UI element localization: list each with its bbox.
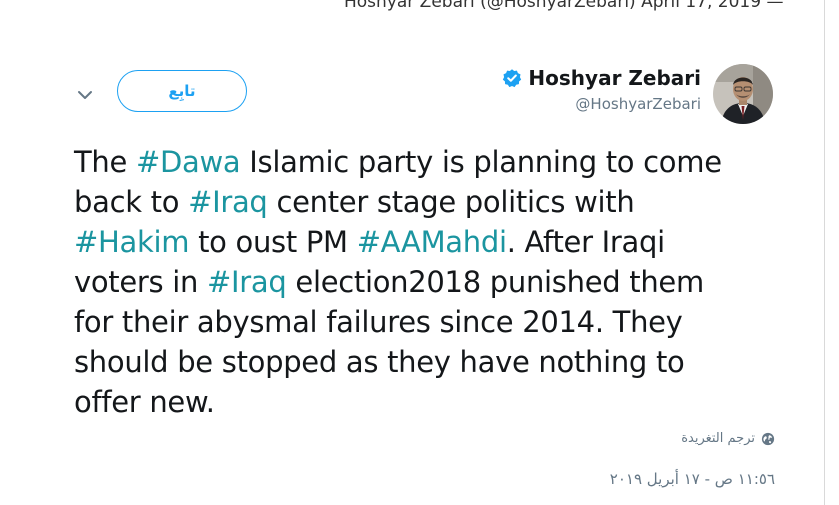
hashtag-link[interactable]: #Dawa — [136, 145, 241, 179]
tweet-text-segment: should be stopped as they have nothing t… — [74, 345, 685, 379]
tweet-text-segment: Islamic party is planning to come — [240, 145, 722, 179]
tweet-text-segment: . After Iraqi — [506, 225, 665, 259]
tweet-text-segment: offer new. — [74, 385, 215, 419]
tweet-line: The #Dawa Islamic party is planning to c… — [74, 142, 794, 182]
tweet-line: back to #Iraq center stage politics with — [74, 182, 794, 222]
tweet-line: voters in #Iraq election2018 punished th… — [74, 262, 794, 302]
tweet-line: offer new. — [74, 382, 794, 422]
hashtag-link[interactable]: #Hakim — [74, 225, 189, 259]
tweet-text-segment: voters in — [74, 265, 208, 299]
avatar[interactable] — [713, 64, 773, 124]
author-display-name[interactable]: Hoshyar Zebari — [528, 66, 701, 90]
follow-button[interactable]: تابِع — [117, 70, 247, 112]
translate-label[interactable]: ترجم التغريدة — [681, 431, 755, 446]
hashtag-link[interactable]: #Iraq — [188, 185, 268, 219]
verified-badge-icon — [503, 69, 522, 88]
hashtag-link[interactable]: #Iraq — [207, 265, 287, 299]
author-handle[interactable]: @HoshyarZebari — [502, 95, 701, 113]
hashtag-link[interactable]: #AAMahdi — [357, 225, 507, 259]
tweet-line: for their abysmal failures since 2014. T… — [74, 302, 794, 342]
globe-icon — [761, 432, 775, 445]
chevron-down-icon[interactable] — [74, 84, 96, 106]
tweet-author[interactable]: Hoshyar Zebari @HoshyarZebari — [502, 66, 701, 113]
tweet-text-segment: The — [74, 145, 136, 179]
tweet-timestamp[interactable]: ١١:٥٦ ص - ١٧ أبريل ٢٠١٩ — [610, 470, 775, 488]
scrollbar-divider — [824, 0, 825, 505]
embed-caption: Hoshyar Zebari (@HoshyarZebari) April 17… — [344, 0, 784, 12]
tweet-line: #Hakim to oust PM #AAMahdi. After Iraqi — [74, 222, 794, 262]
tweet-text-segment: back to — [74, 185, 189, 219]
tweet-text-segment: to oust PM — [189, 225, 357, 259]
translate-tweet-link[interactable]: ترجم التغريدة — [681, 431, 775, 446]
tweet-text-segment: for their abysmal failures since 2014. T… — [74, 305, 683, 339]
tweet-text: The #Dawa Islamic party is planning to c… — [74, 142, 794, 422]
tweet-text-segment: center stage politics with — [267, 185, 635, 219]
avatar-image — [713, 64, 773, 124]
tweet-line: should be stopped as they have nothing t… — [74, 342, 794, 382]
tweet-text-segment: election2018 punished them — [286, 265, 704, 299]
